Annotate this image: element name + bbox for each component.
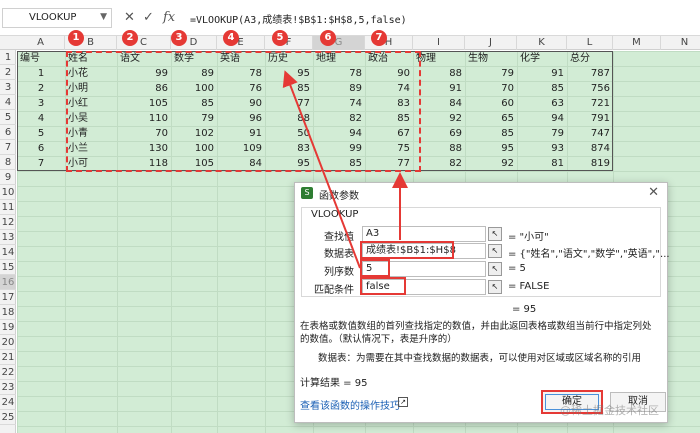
name-box-value: VLOOKUP [29,12,77,23]
row-header-9[interactable]: 9 [0,170,16,185]
row-header-22[interactable]: 22 [0,365,16,380]
formula-result-line: = 95 [512,304,537,315]
grid-line-h [17,426,700,427]
function-description: 在表格或数值数组的首列查找指定的数值，并由此返回表格或数组当前行中指定列处的数值… [300,321,652,345]
row-header-20[interactable]: 20 [0,335,16,350]
row-header-19[interactable]: 19 [0,320,16,335]
column-header-N[interactable]: N [661,36,700,50]
row-header-6[interactable]: 6 [0,125,16,140]
row-header-2[interactable]: 2 [0,65,16,80]
column-header-M[interactable]: M [613,36,661,50]
row-header-17[interactable]: 17 [0,290,16,305]
column-badge-3: 3 [171,30,187,46]
column-badge-6: 6 [320,30,336,46]
column-headers: ABCDEFGHIJKLMN [0,36,700,50]
row-header-4[interactable]: 4 [0,95,16,110]
range-select-icon[interactable]: ↖ [488,262,502,276]
fx-icon[interactable]: fx [163,10,175,25]
column-header-A[interactable]: A [17,36,65,50]
row-header-15[interactable]: 15 [0,260,16,275]
row-header-18[interactable]: 18 [0,305,16,320]
arg-result: = "小可" [508,232,549,243]
cancel-icon[interactable]: ✕ [124,10,135,25]
row-header-24[interactable]: 24 [0,395,16,410]
chevron-down-icon[interactable]: ▼ [100,12,107,22]
row-header-23[interactable]: 23 [0,380,16,395]
arg-label: 列序数 [324,267,354,278]
parameter-help: 数据表：为需要在其中查找数据的数据表，可以使用对区域或区域名称的引用 [318,353,642,364]
arg-label: 匹配条件 [314,285,354,296]
arg-result: = {"姓名","语文","数学","英语","... [508,249,670,260]
column-header-J[interactable]: J [465,36,517,50]
row-header-25[interactable]: 25 [0,410,16,425]
formula-input[interactable]: =VLOOKUP(A3,成绩表!$B$1:$H$8,5,false) [190,11,407,26]
close-icon[interactable]: ✕ [648,185,659,200]
column-badge-7: 7 [371,30,387,46]
arg-input[interactable]: A3 [362,226,486,242]
row-header-10[interactable]: 10 [0,185,16,200]
range-select-icon[interactable]: ↖ [488,244,502,258]
column-header-I[interactable]: I [413,36,465,50]
row-header-7[interactable]: 7 [0,140,16,155]
dialog-titlebar: S 函数参数 ✕ [295,183,667,203]
external-link-icon[interactable]: ↗ [398,397,408,407]
row-header-8[interactable]: 8 [0,155,16,170]
column-badge-2: 2 [122,30,138,46]
help-link[interactable]: 查看该函数的操作技巧 [300,397,400,412]
spreadsheet-icon: S [301,187,313,199]
row-header-11[interactable]: 11 [0,200,16,215]
arg-label: 查找值 [324,232,354,243]
row-header-12[interactable]: 12 [0,215,16,230]
range-select-icon[interactable]: ↖ [488,227,502,241]
lookup-range-annotation [66,51,421,172]
row-header-16[interactable]: 16 [0,275,16,290]
name-box[interactable]: VLOOKUP ▼ [2,8,112,28]
confirm-icon[interactable]: ✓ [143,10,154,25]
arg-label: 数据表 [324,249,354,260]
arg-highlight [360,241,454,259]
calculation-result: 计算结果 = 95 [300,378,368,389]
row-header-1[interactable]: 1 [0,50,16,65]
row-header-5[interactable]: 5 [0,110,16,125]
column-header-L[interactable]: L [567,36,613,50]
row-header-3[interactable]: 3 [0,80,16,95]
dialog-title: 函数参数 [319,191,359,202]
row-header-14[interactable]: 14 [0,245,16,260]
column-badge-5: 5 [272,30,288,46]
function-name: VLOOKUP [311,209,359,220]
column-badge-4: 4 [223,30,239,46]
row-header-21[interactable]: 21 [0,350,16,365]
arg-highlight [360,277,406,295]
formula-bar: VLOOKUP ▼ ✕ ✓ fx =VLOOKUP(A3,成绩表!$B$1:$H… [0,0,700,36]
row-headers: 1 2 3 4 5 6 7 8 9 10 11 12 13 14 15 16 17 18 19 20 21 22 23 24 2… [0,50,16,433]
range-select-icon[interactable]: ↖ [488,280,502,294]
arg-result: = 5 [508,263,526,274]
column-header-K[interactable]: K [517,36,567,50]
column-badge-1: 1 [68,30,84,46]
arg-result: = FALSE [508,281,550,292]
arg-highlight [360,259,390,277]
row-header-13[interactable]: 13 [0,230,16,245]
watermark: @稀土掘金技术社区 [560,404,659,417]
